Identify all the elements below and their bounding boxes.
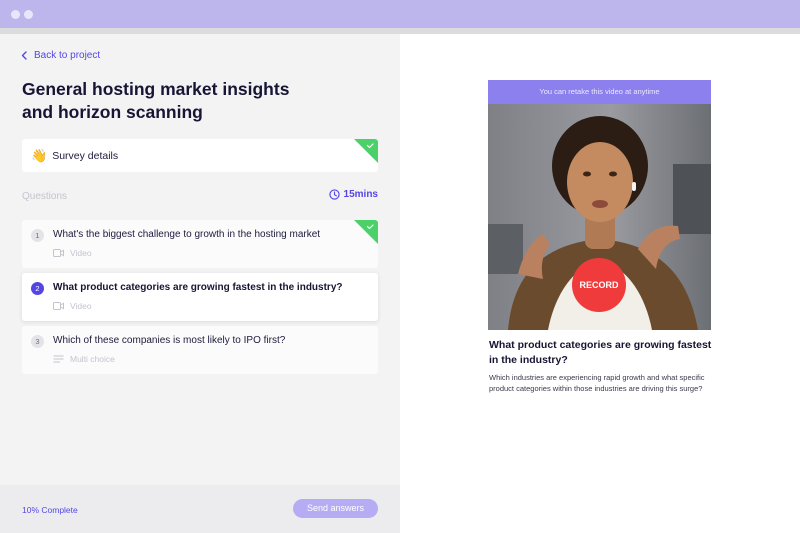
send-answers-button[interactable]: Send answers — [293, 499, 378, 518]
question-type: Multi choice — [53, 354, 115, 364]
waving-hand-icon: 👋 — [31, 148, 48, 163]
footer-bar: 10% Complete Send answers — [0, 485, 400, 533]
question-item-active[interactable]: 2 What product categories are growing fa… — [22, 273, 378, 321]
question-type: Video — [53, 248, 92, 258]
window-titlebar — [0, 0, 800, 28]
clock-icon — [328, 189, 340, 200]
questions-title: Questions — [22, 191, 68, 202]
question-item[interactable]: 1 What's the biggest challenge to growth… — [22, 220, 378, 268]
page-title: General hosting market insights and hori… — [22, 79, 290, 122]
question-type-label: Video — [70, 248, 92, 258]
completed-check-icon — [354, 139, 378, 163]
duration-indicator: 15mins — [328, 189, 378, 200]
window-control-dot[interactable] — [24, 10, 33, 19]
video-camera-icon — [53, 302, 64, 310]
progress-label: 10% Complete — [22, 505, 78, 515]
question-item[interactable]: 3 Which of these companies is most likel… — [22, 326, 378, 374]
question-type: Video — [53, 301, 92, 311]
completed-check-icon — [354, 220, 378, 244]
record-button[interactable]: RECORD — [572, 258, 626, 312]
recorder-panel: You can retake this video at anytime REC… — [400, 34, 800, 533]
question-number: 1 — [31, 229, 44, 242]
chevron-left-icon — [21, 51, 27, 60]
back-link-label: Back to project — [34, 50, 101, 61]
duration-label: 15mins — [343, 189, 378, 200]
question-number: 2 — [31, 282, 44, 295]
questions-header: Questions 15mins — [22, 189, 378, 203]
question-text: What product categories are growing fast… — [53, 282, 343, 293]
retake-banner: You can retake this video at anytime — [488, 80, 711, 104]
app-window: Back to project General hosting market i… — [0, 0, 800, 533]
window-control-dot[interactable] — [11, 10, 20, 19]
video-preview: RECORD — [488, 104, 711, 330]
multi-choice-icon — [53, 355, 64, 363]
question-type-label: Video — [70, 301, 92, 311]
video-camera-icon — [53, 249, 64, 257]
current-question-title: What product categories are growing fast… — [489, 339, 712, 366]
question-number: 3 — [31, 335, 44, 348]
survey-panel: Back to project General hosting market i… — [0, 34, 400, 533]
question-text: What's the biggest challenge to growth i… — [53, 229, 321, 240]
survey-details-label: Survey details — [52, 149, 119, 162]
survey-details-card[interactable]: 👋 Survey details — [22, 139, 378, 172]
question-type-label: Multi choice — [70, 354, 115, 364]
current-question-description: Which industries are experiencing rapid … — [489, 373, 705, 393]
question-text: Which of these companies is most likely … — [53, 335, 286, 346]
back-to-project-link[interactable]: Back to project — [21, 50, 100, 61]
